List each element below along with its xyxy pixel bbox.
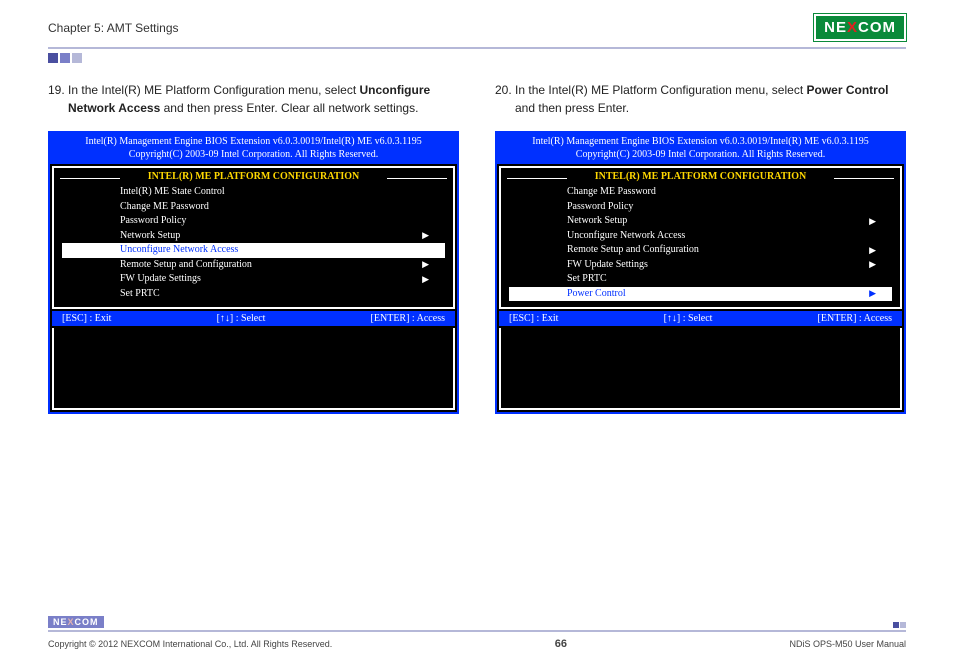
- menu-item-label: Change ME Password: [567, 185, 656, 200]
- section-title: INTEL(R) ME PLATFORM CONFIGURATION: [54, 170, 453, 185]
- submenu-arrow-icon: ▶: [422, 273, 429, 286]
- menu-item-label: Unconfigure Network Access: [120, 243, 238, 258]
- menu-list-right: Change ME PasswordPassword PolicyNetwork…: [501, 185, 900, 307]
- menu-item[interactable]: Set PRTC: [507, 272, 894, 287]
- enter-label: [ENTER] : Access: [371, 313, 445, 324]
- menu-item[interactable]: Remote Setup and Configuration ▶: [60, 258, 447, 273]
- menu-item-label: Network Setup: [120, 229, 180, 244]
- menu-item[interactable]: Change ME Password: [60, 200, 447, 215]
- bios-body: INTEL(R) ME PLATFORM CONFIGURATION Intel…: [52, 166, 455, 309]
- menu-item[interactable]: FW Update Settings ▶: [60, 272, 447, 287]
- page-footer: Copyright © 2012 NEXCOM International Co…: [48, 638, 906, 650]
- menu-list-left: Intel(R) ME State ControlChange ME Passw…: [54, 185, 453, 307]
- menu-item[interactable]: Unconfigure Network Access: [507, 229, 894, 244]
- nexcom-logo: NEXCOM: [814, 14, 906, 41]
- bios-blank-panel: [499, 328, 902, 410]
- submenu-arrow-icon: ▶: [422, 258, 429, 271]
- menu-item-label: Remote Setup and Configuration: [120, 258, 252, 273]
- arrows-label: [↑↓] : Select: [217, 313, 266, 324]
- step-19-text: 19. In the Intel(R) ME Platform Configur…: [48, 81, 459, 117]
- copyright: Copyright © 2012 NEXCOM International Co…: [48, 639, 332, 649]
- bios-blank-panel: [52, 328, 455, 410]
- menu-item-label: Password Policy: [120, 214, 186, 229]
- menu-item[interactable]: Network Setup ▶: [60, 229, 447, 244]
- menu-item[interactable]: Remote Setup and Configuration ▶: [507, 243, 894, 258]
- arrows-label: [↑↓] : Select: [664, 313, 713, 324]
- actions-bar: [ESC] : Exit [↑↓] : Select [ENTER] : Acc…: [52, 311, 455, 326]
- esc-label: [ESC] : Exit: [509, 313, 558, 324]
- footer-squares: [893, 622, 906, 628]
- bios-header: Intel(R) Management Engine BIOS Extensio…: [497, 133, 904, 164]
- submenu-arrow-icon: ▶: [869, 287, 876, 300]
- menu-item[interactable]: Change ME Password: [507, 185, 894, 200]
- menu-item[interactable]: Password Policy: [60, 214, 447, 229]
- actions-bar: [ESC] : Exit [↑↓] : Select [ENTER] : Acc…: [499, 311, 902, 326]
- menu-item[interactable]: Unconfigure Network Access: [62, 243, 445, 258]
- bios-header: Intel(R) Management Engine BIOS Extensio…: [50, 133, 457, 164]
- menu-item[interactable]: Intel(R) ME State Control: [60, 185, 447, 200]
- menu-item[interactable]: Set PRTC: [60, 287, 447, 302]
- bios-screen-right: Intel(R) Management Engine BIOS Extensio…: [495, 131, 906, 414]
- page-header: Chapter 5: AMT Settings NEXCOM: [0, 0, 954, 47]
- chapter-title: Chapter 5: AMT Settings: [48, 21, 179, 35]
- right-column: 20. In the Intel(R) ME Platform Configur…: [495, 81, 906, 414]
- doc-title: NDiS OPS-M50 User Manual: [789, 639, 906, 649]
- menu-item-label: Power Control: [567, 287, 626, 302]
- decorative-squares: [48, 53, 954, 63]
- menu-item[interactable]: Password Policy: [507, 200, 894, 215]
- menu-item-label: FW Update Settings: [567, 258, 648, 273]
- header-rule: [48, 47, 906, 49]
- menu-item-label: Change ME Password: [120, 200, 209, 215]
- menu-item-label: Password Policy: [567, 200, 633, 215]
- step-20-text: 20. In the Intel(R) ME Platform Configur…: [495, 81, 906, 117]
- menu-item-label: Set PRTC: [120, 287, 160, 302]
- menu-item-label: FW Update Settings: [120, 272, 201, 287]
- footer-logo: NEXCOM: [48, 616, 104, 628]
- submenu-arrow-icon: ▶: [869, 244, 876, 257]
- submenu-arrow-icon: ▶: [869, 258, 876, 271]
- menu-item[interactable]: FW Update Settings ▶: [507, 258, 894, 273]
- menu-item-label: Unconfigure Network Access: [567, 229, 685, 244]
- menu-item[interactable]: Power Control ▶: [509, 287, 892, 302]
- enter-label: [ENTER] : Access: [818, 313, 892, 324]
- page-number: 66: [555, 638, 567, 650]
- footer-rule: [48, 630, 906, 632]
- menu-item-label: Set PRTC: [567, 272, 607, 287]
- esc-label: [ESC] : Exit: [62, 313, 111, 324]
- menu-item-label: Intel(R) ME State Control: [120, 185, 225, 200]
- menu-item[interactable]: Network Setup ▶: [507, 214, 894, 229]
- menu-item-label: Remote Setup and Configuration: [567, 243, 699, 258]
- bios-screen-left: Intel(R) Management Engine BIOS Extensio…: [48, 131, 459, 414]
- menu-item-label: Network Setup: [567, 214, 627, 229]
- content-row: 19. In the Intel(R) ME Platform Configur…: [0, 63, 954, 414]
- submenu-arrow-icon: ▶: [422, 229, 429, 242]
- submenu-arrow-icon: ▶: [869, 215, 876, 228]
- left-column: 19. In the Intel(R) ME Platform Configur…: [48, 81, 459, 414]
- section-title: INTEL(R) ME PLATFORM CONFIGURATION: [501, 170, 900, 185]
- bios-body: INTEL(R) ME PLATFORM CONFIGURATION Chang…: [499, 166, 902, 309]
